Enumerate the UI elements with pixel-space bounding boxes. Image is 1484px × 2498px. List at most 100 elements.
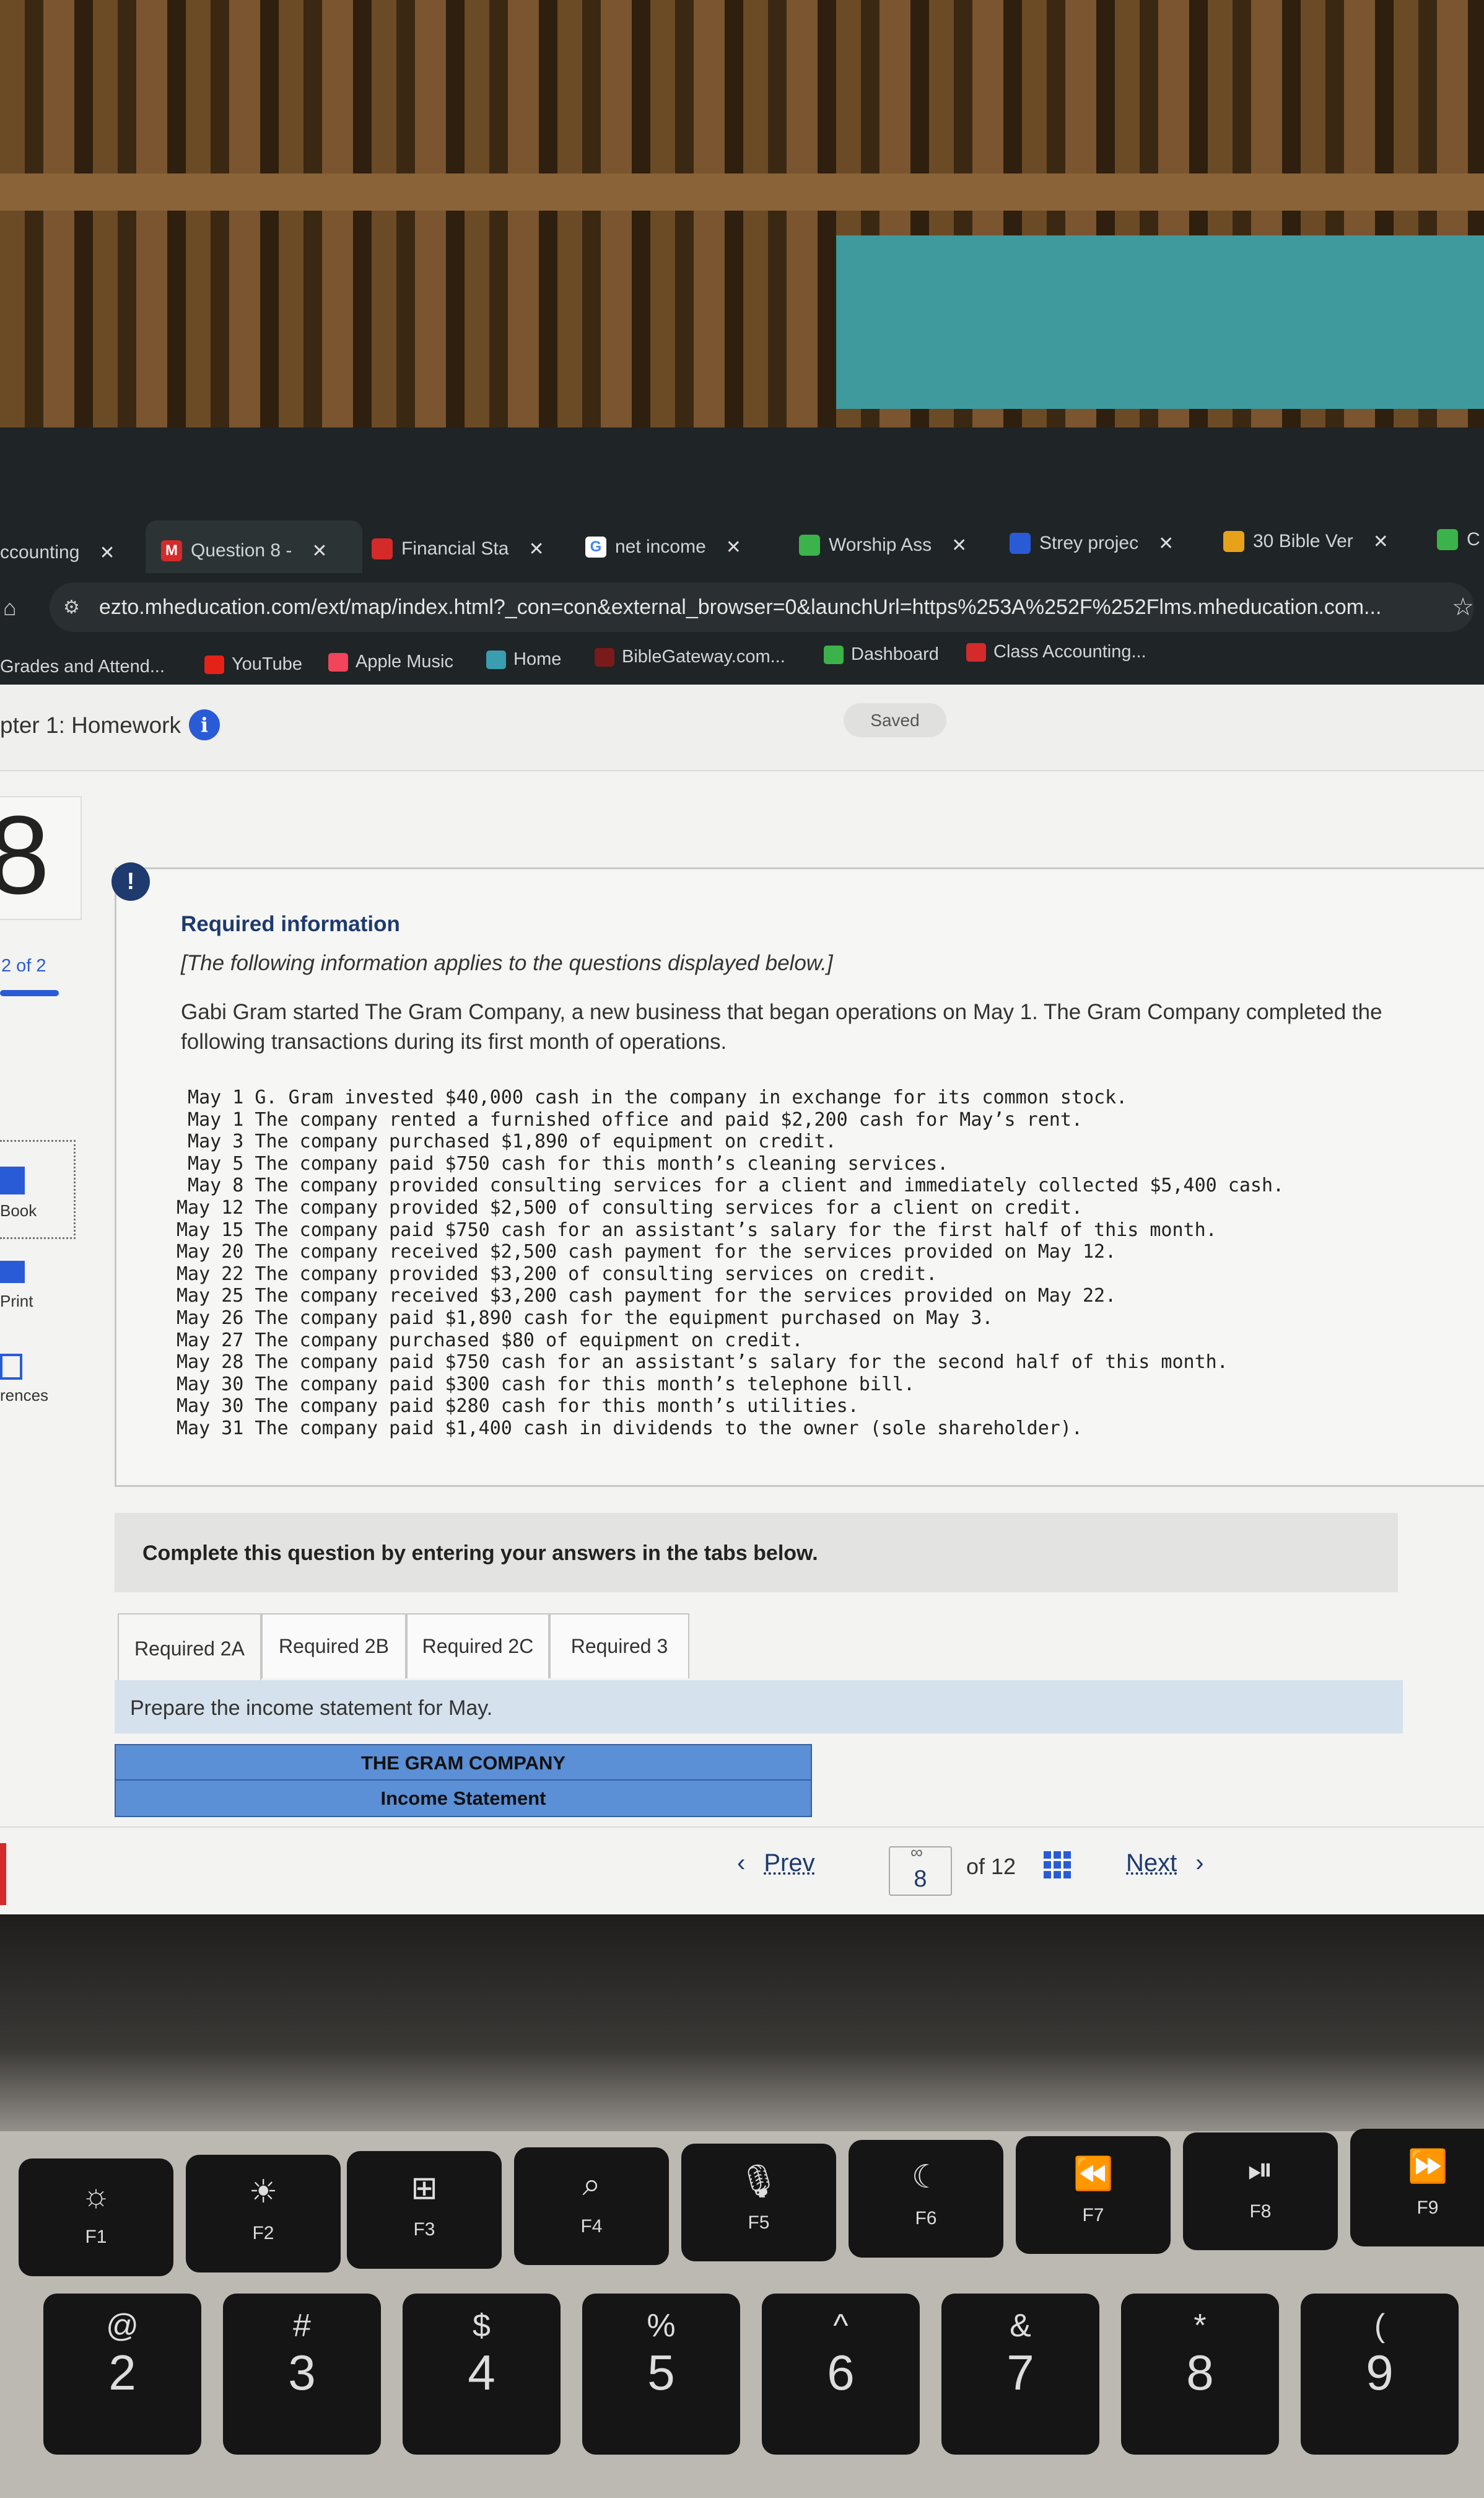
transaction-date: May 26: [177, 1307, 244, 1329]
transaction-date: May 25: [177, 1285, 244, 1307]
browser-tab[interactable]: 30 Bible Ver ✕: [1223, 523, 1389, 560]
transaction-row: May 22 The company provided $3,200 of co…: [177, 1263, 1284, 1286]
key-4[interactable]: $4: [403, 2294, 561, 2455]
key-7[interactable]: & 7: [941, 2294, 1099, 2455]
home-icon[interactable]: ⌂: [3, 595, 17, 621]
transaction-date: May 28: [177, 1351, 244, 1374]
bookmark-star-icon[interactable]: ☆: [1452, 593, 1474, 621]
page-selector[interactable]: ∞ 8: [889, 1843, 952, 1896]
url-text: ezto.mheducation.com/ext/map/index.html?…: [99, 595, 1382, 619]
transaction-text: The company paid $750 cash for an assist…: [255, 1219, 1217, 1241]
close-tab-icon[interactable]: ✕: [951, 535, 967, 556]
browser-tab[interactable]: Financial Sta ✕: [372, 530, 544, 568]
link-icon: ∞: [910, 1843, 923, 1862]
tab-required-1[interactable]: Required 2B: [261, 1613, 406, 1678]
left-marker: [0, 1843, 6, 1905]
close-tab-icon[interactable]: ✕: [312, 540, 327, 562]
assignment-title: pter 1: Homework: [0, 712, 181, 738]
prev-button[interactable]: ‹ Prev: [737, 1849, 815, 1877]
browser-tab[interactable]: Worship Ass ✕: [799, 527, 967, 564]
key-3[interactable]: #3: [223, 2294, 381, 2455]
key-f7[interactable]: ⏪ F7: [1016, 2136, 1171, 2254]
bookmark-favicon-icon: [824, 645, 844, 664]
assignment-header: [0, 685, 1484, 771]
key-9[interactable]: (9: [1301, 2294, 1459, 2455]
bookmark-item[interactable]: BibleGateway.com...: [595, 647, 785, 667]
transaction-date: May 30: [177, 1395, 244, 1418]
transaction-text: G. Gram invested $40,000 cash in the com…: [255, 1087, 1128, 1108]
fkey-icon: 🎙: [738, 2163, 779, 2199]
close-tab-icon[interactable]: ✕: [99, 542, 115, 564]
key-6[interactable]: ^ 6: [762, 2294, 920, 2455]
transaction-row: May 26 The company paid $1,890 cash for …: [177, 1307, 1284, 1330]
browser-tab[interactable]: Gnet income ✕: [585, 528, 741, 566]
transaction-text: The company paid $300 cash for this mont…: [255, 1373, 915, 1395]
transaction-text: The company paid $750 cash for this mont…: [255, 1152, 949, 1175]
bookmark-item[interactable]: Class Accounting...: [966, 642, 1146, 662]
next-button[interactable]: Next ›: [1126, 1849, 1204, 1877]
fkey-icon: ☀: [248, 2174, 278, 2210]
transaction-row: May 3 The company purchased $1,890 of eq…: [177, 1131, 1284, 1153]
bookmark-favicon-icon: [595, 647, 614, 667]
chevron-left-icon: ‹: [737, 1849, 746, 1877]
transaction-text: The company received $2,500 cash payment…: [255, 1241, 1117, 1263]
close-tab-icon[interactable]: ✕: [1158, 533, 1174, 554]
bookmark-favicon-icon: [328, 652, 348, 672]
key-f8[interactable]: ⏯ F8: [1183, 2132, 1338, 2250]
info-icon[interactable]: i: [189, 709, 220, 740]
key-f4[interactable]: ⌕ F4: [514, 2147, 669, 2265]
grid-icon[interactable]: [1044, 1851, 1071, 1878]
close-tab-icon[interactable]: ✕: [726, 537, 741, 558]
statement-title: Income Statement: [380, 1787, 546, 1809]
fkey-icon: ⏩: [1407, 2149, 1448, 2185]
browser-tab[interactable]: C: [1437, 521, 1480, 558]
tab-required-3[interactable]: Required 3: [549, 1613, 689, 1678]
key-f1[interactable]: ☼ F1: [19, 2158, 173, 2276]
key-f3[interactable]: ⊞ F3: [347, 2151, 502, 2269]
star-bookmark-icon: [1223, 531, 1244, 552]
tab-required-2[interactable]: Required 2C: [406, 1613, 549, 1678]
transaction-date: May 12: [177, 1196, 244, 1219]
nav-divider: [0, 1826, 1484, 1828]
shelf: [0, 173, 1484, 211]
key-2[interactable]: @2: [43, 2294, 201, 2455]
question-number-box: 8: [0, 793, 82, 920]
sidebar-item-ebook[interactable]: Book: [0, 1140, 76, 1239]
sidebar-item-print[interactable]: Print: [0, 1248, 71, 1323]
browser-tab[interactable]: ccounting ✕: [0, 534, 115, 571]
transaction-row: May 1 The company rented a furnished off…: [177, 1109, 1284, 1131]
site-settings-icon[interactable]: ⚙: [63, 597, 80, 618]
transaction-text: The company purchased $80 of equipment o…: [255, 1329, 803, 1351]
transaction-date: May 1: [188, 1108, 244, 1131]
fkey-icon: ⊞: [411, 2170, 438, 2206]
transaction-date: May 30: [177, 1373, 244, 1395]
key-5[interactable]: % 5: [582, 2294, 740, 2455]
alert-icon: !: [111, 862, 150, 901]
transaction-date: May 8: [188, 1175, 244, 1197]
key-f9[interactable]: ⏩ F9: [1350, 2129, 1484, 2246]
bookmark-item[interactable]: Grades and Attend...: [0, 657, 165, 677]
bookmark-item[interactable]: YouTube: [204, 654, 302, 675]
sidebar-item-references[interactable]: rences: [0, 1341, 71, 1416]
bookmark-item[interactable]: Apple Music: [328, 652, 453, 672]
key-f5[interactable]: 🎙 F5: [681, 2144, 836, 2261]
transaction-text: The company paid $280 cash for this mont…: [255, 1395, 859, 1418]
transaction-row: May 8 The company provided consulting se…: [177, 1175, 1284, 1197]
key-f2[interactable]: ☀ F2: [186, 2155, 341, 2272]
key-f6[interactable]: ☾ F6: [849, 2140, 1003, 2258]
browser-tab[interactable]: M Question 8 - ✕: [161, 532, 328, 569]
bookmark-item[interactable]: Dashboard: [824, 644, 939, 665]
printer-icon: [0, 1261, 25, 1283]
company-name: THE GRAM COMPANY: [116, 1745, 811, 1781]
bookmark-favicon-icon: [486, 650, 506, 669]
key-8[interactable]: * 8: [1121, 2294, 1279, 2455]
transaction-date: May 22: [177, 1263, 244, 1285]
tab-required-0[interactable]: Required 2A: [118, 1613, 261, 1683]
transaction-date: May 27: [177, 1329, 244, 1351]
close-tab-icon[interactable]: ✕: [1373, 531, 1389, 553]
address-bar[interactable]: ⚙ ezto.mheducation.com/ext/map/index.htm…: [50, 582, 1474, 632]
slides-icon: [372, 538, 393, 559]
browser-tab[interactable]: Strey projec ✕: [1010, 525, 1174, 562]
close-tab-icon[interactable]: ✕: [528, 538, 544, 560]
bookmark-item[interactable]: Home: [486, 649, 561, 670]
